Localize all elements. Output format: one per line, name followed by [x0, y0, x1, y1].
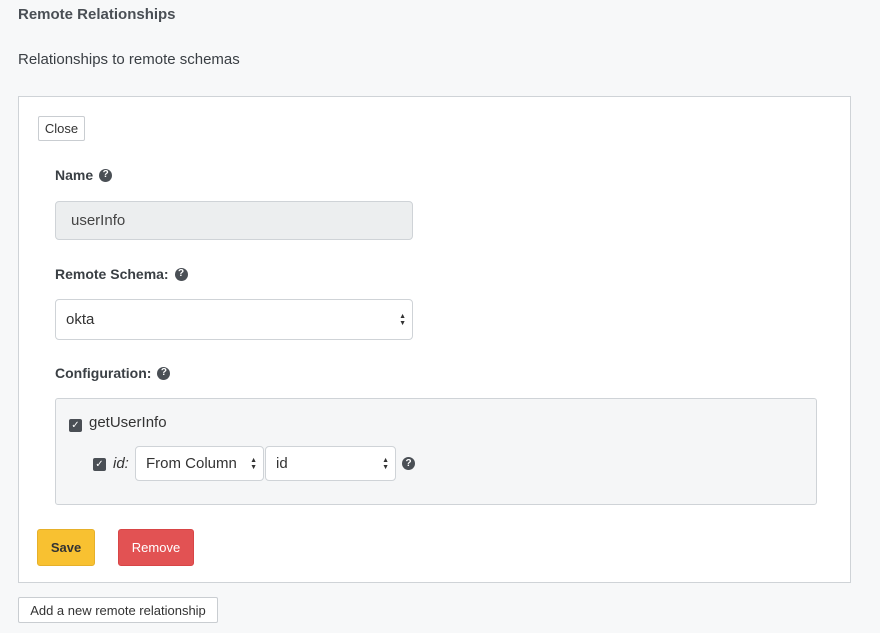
argument-source-value: From Column — [146, 455, 237, 472]
save-button[interactable]: Save — [37, 529, 95, 566]
add-remote-relationship-button[interactable]: Add a new remote relationship — [18, 597, 218, 623]
page-title: Remote Relationships — [18, 6, 176, 23]
page-subtitle: Relationships to remote schemas — [18, 51, 240, 68]
configuration-label: Configuration: — [55, 365, 152, 381]
name-input[interactable] — [55, 201, 413, 240]
configuration-box: ✓ getUserInfo ✓ id: From Column ▲ ▼ id ▲ ▼… — [55, 398, 817, 505]
remote-schema-select[interactable]: okta ▲ ▼ — [55, 299, 413, 340]
field-checkbox[interactable]: ✓ — [69, 419, 82, 432]
help-icon[interactable]: ? — [174, 267, 188, 281]
argument-name: id: — [113, 455, 129, 472]
sort-arrows-icon: ▲ ▼ — [399, 312, 406, 327]
close-button[interactable]: Close — [38, 116, 85, 141]
help-icon[interactable]: ? — [99, 168, 113, 182]
sort-arrows-icon: ▲ ▼ — [382, 456, 389, 471]
argument-source-select[interactable]: From Column ▲ ▼ — [135, 446, 264, 481]
column-select[interactable]: id ▲ ▼ — [265, 446, 396, 481]
configuration-label-row: Configuration: ? — [55, 365, 171, 381]
field-name: getUserInfo — [89, 414, 167, 431]
column-value: id — [276, 455, 288, 472]
remote-schema-label: Remote Schema: — [55, 266, 169, 282]
remove-button[interactable]: Remove — [118, 529, 194, 566]
remote-relationship-editor: Close Name ? Remote Schema: ? okta ▲▼ Co… — [18, 96, 851, 583]
argument-checkbox[interactable]: ✓ — [93, 458, 106, 471]
name-label-row: Name ? — [55, 167, 113, 183]
name-label: Name — [55, 167, 94, 183]
sort-arrows-icon: ▲ ▼ — [250, 456, 257, 471]
help-icon[interactable]: ? — [157, 366, 171, 380]
help-icon[interactable]: ? — [402, 457, 415, 470]
remote-schema-label-row: Remote Schema: ? — [55, 266, 188, 282]
remote-schema-value: okta — [66, 311, 95, 328]
